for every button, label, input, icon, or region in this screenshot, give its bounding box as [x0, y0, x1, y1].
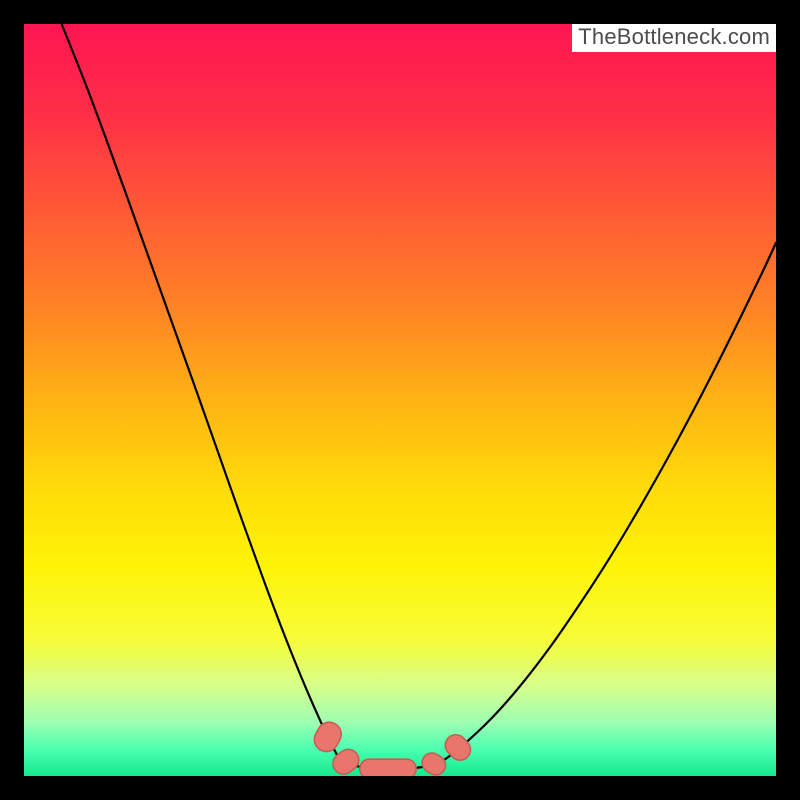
watermark-label: TheBottleneck.com	[572, 24, 776, 52]
gradient-background	[24, 24, 776, 776]
chart-svg	[24, 24, 776, 776]
chart-frame: TheBottleneck.com	[0, 0, 800, 800]
valley-marker	[360, 759, 416, 776]
plot-area	[24, 24, 776, 776]
